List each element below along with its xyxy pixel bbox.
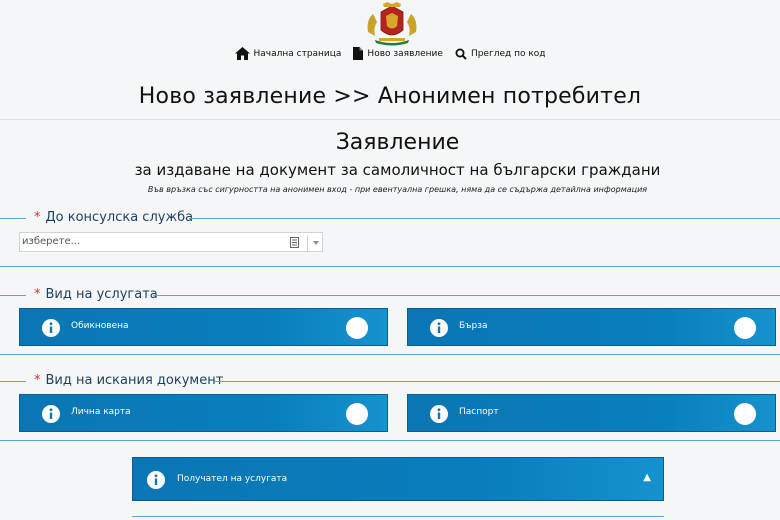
document-type-option-id-card[interactable]: Лична карта: [19, 394, 388, 432]
consular-service-text: До консулска служба: [45, 210, 194, 225]
section-divider: [0, 266, 780, 267]
info-icon: [430, 405, 448, 423]
panel-divider: [132, 516, 664, 517]
document-type-text: Вид на искания документ: [45, 373, 224, 388]
radio-toggle[interactable]: [734, 403, 756, 425]
document-type-label: * Вид на искания документ: [34, 373, 223, 388]
legend-line: [0, 381, 26, 382]
consular-service-placeholder: изберете...: [22, 236, 81, 247]
consular-service-legend: * До консулска служба: [0, 210, 780, 226]
nav-new-application-label: Ново заявление: [367, 48, 443, 59]
document-type-legend: * Вид на искания документ: [0, 373, 780, 389]
section-divider: [0, 354, 780, 355]
required-mark: *: [34, 210, 41, 225]
info-icon: [430, 319, 448, 337]
document-icon: [353, 47, 364, 60]
top-nav: Начална страница Ново заявление Преглед …: [0, 47, 780, 60]
legend-line: [189, 218, 780, 219]
form-subtitle: за издаване на документ за самоличност н…: [134, 161, 661, 179]
nav-home-label: Начална страница: [253, 48, 342, 59]
radio-toggle[interactable]: [734, 317, 756, 339]
section-divider: [0, 440, 780, 441]
info-icon: [42, 405, 60, 423]
radio-toggle[interactable]: [346, 403, 368, 425]
option-label: Бърза: [459, 321, 488, 331]
service-type-option-express[interactable]: Бърза: [407, 308, 776, 346]
nav-new-application-link[interactable]: Ново заявление: [353, 47, 443, 60]
consular-service-label: * До консулска служба: [34, 210, 193, 225]
legend-line: [0, 218, 26, 219]
service-type-label: * Вид на услугата: [34, 287, 158, 302]
list-icon: [290, 237, 299, 248]
legend-line: [0, 295, 26, 296]
document-type-option-passport[interactable]: Паспорт: [407, 394, 776, 432]
required-mark: *: [34, 287, 41, 302]
coat-of-arms-icon: [367, 2, 417, 46]
required-mark: *: [34, 373, 41, 388]
nav-home-link[interactable]: Начална страница: [234, 47, 342, 60]
service-recipient-label: Получател на услугата: [177, 474, 288, 484]
home-icon: [234, 47, 250, 60]
form-security-note: Във връзка със сигурността на анонимен в…: [147, 185, 648, 194]
chevron-down-icon[interactable]: [307, 235, 323, 251]
service-type-option-regular[interactable]: Обикновена: [19, 308, 388, 346]
page-header: Начална страница Ново заявление Преглед …: [0, 0, 780, 120]
service-type-legend: * Вид на услугата: [0, 287, 780, 303]
option-label: Лична карта: [71, 407, 131, 417]
info-icon: [147, 471, 165, 489]
radio-toggle[interactable]: [346, 317, 368, 339]
search-icon: [455, 48, 467, 60]
info-icon: [42, 319, 60, 337]
collapse-arrow-icon[interactable]: ▲: [643, 472, 651, 483]
option-label: Обикновена: [71, 321, 129, 331]
form-title: Заявление: [335, 130, 460, 155]
option-label: Паспорт: [459, 407, 499, 417]
consular-service-select[interactable]: изберете...: [19, 232, 323, 252]
service-type-text: Вид на услугата: [45, 287, 158, 302]
service-recipient-panel-header[interactable]: Получател на услугата ▲: [132, 457, 664, 501]
nav-view-by-code-link[interactable]: Преглед по код: [455, 47, 546, 60]
page-title: Ново заявление >> Анонимен потребител: [138, 84, 642, 109]
legend-line: [153, 295, 780, 296]
nav-view-by-code-label: Преглед по код: [470, 48, 546, 59]
legend-line: [215, 381, 780, 382]
